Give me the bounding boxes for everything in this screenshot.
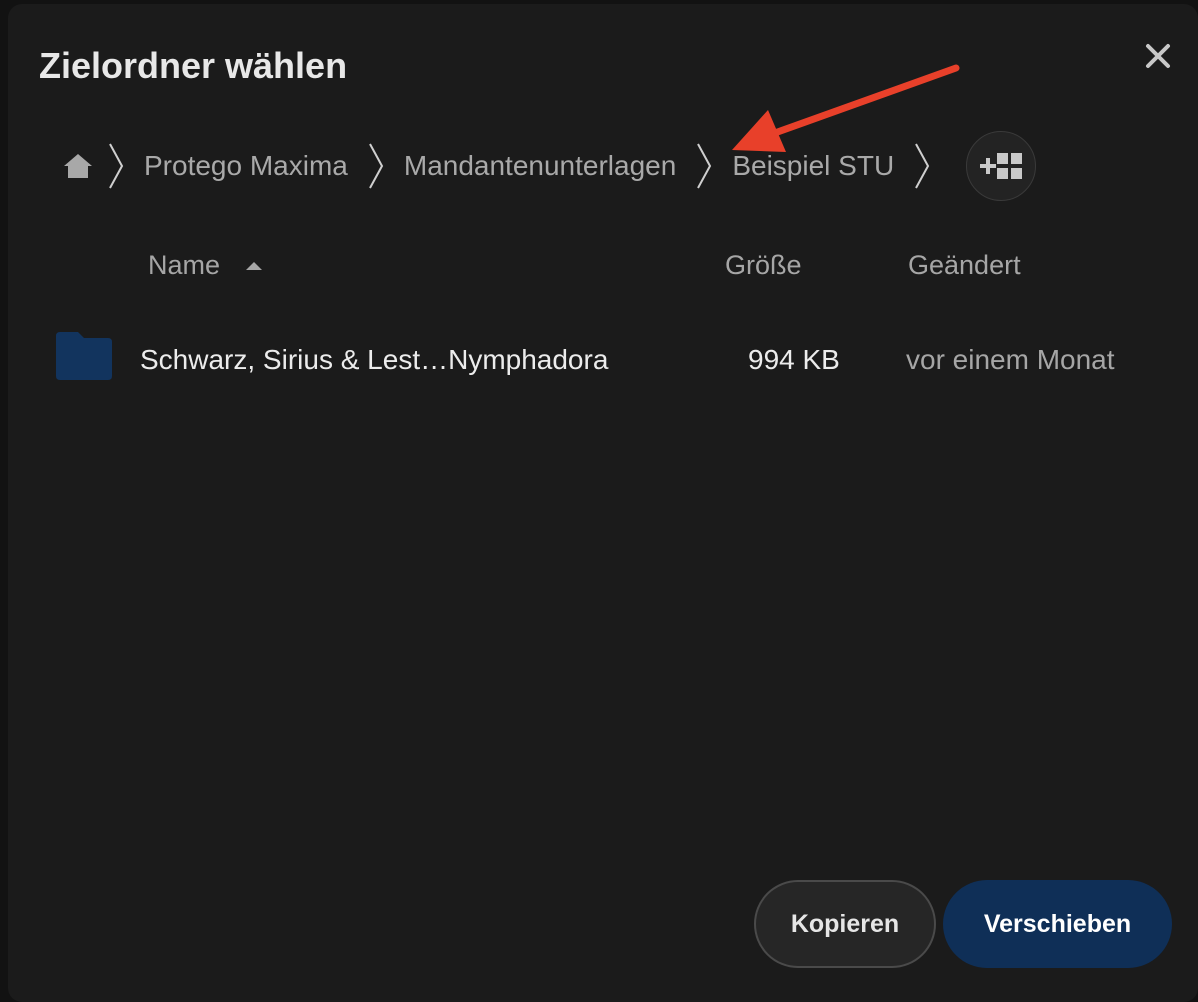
chevron-right-icon [366, 140, 386, 192]
move-copy-dialog: Zielordner wählen Protego Maxima Mandant… [8, 4, 1198, 1002]
copy-button[interactable]: Kopieren [754, 880, 936, 968]
sort-ascending-icon [246, 262, 263, 270]
breadcrumb: Protego Maxima Mandantenunterlagen Beisp… [56, 128, 1037, 204]
breadcrumb-home[interactable] [56, 144, 100, 188]
folder-icon [56, 332, 112, 380]
move-button[interactable]: Verschieben [943, 880, 1172, 968]
column-header-name[interactable]: Name [148, 248, 263, 282]
row-size: 994 KB [748, 344, 840, 375]
chevron-right-icon [106, 140, 126, 192]
column-header-size[interactable]: Größe [725, 248, 802, 282]
dialog-title: Zielordner wählen [39, 45, 348, 86]
table-row[interactable]: Schwarz, Sirius & Lest…Nymphadora 994 KB… [48, 322, 1158, 404]
breadcrumb-item-protego-maxima[interactable]: Protego Maxima [132, 150, 360, 182]
chevron-right-icon [912, 140, 932, 192]
chevron-right-icon [694, 140, 714, 192]
breadcrumb-item-beispiel-stu[interactable]: Beispiel STU [720, 150, 906, 182]
close-icon [1146, 44, 1170, 68]
breadcrumb-item-mandantenunterlagen[interactable]: Mandantenunterlagen [392, 150, 688, 182]
column-header-modified[interactable]: Geändert [908, 248, 1021, 282]
row-name: Schwarz, Sirius & Lest…Nymphadora [140, 344, 609, 375]
row-modified: vor einem Monat [906, 344, 1115, 375]
new-folder-button[interactable] [966, 131, 1037, 201]
new-folder-icon [980, 153, 1023, 179]
home-icon [64, 154, 92, 178]
column-header-name-label: Name [148, 250, 221, 280]
close-button[interactable] [1140, 38, 1176, 74]
